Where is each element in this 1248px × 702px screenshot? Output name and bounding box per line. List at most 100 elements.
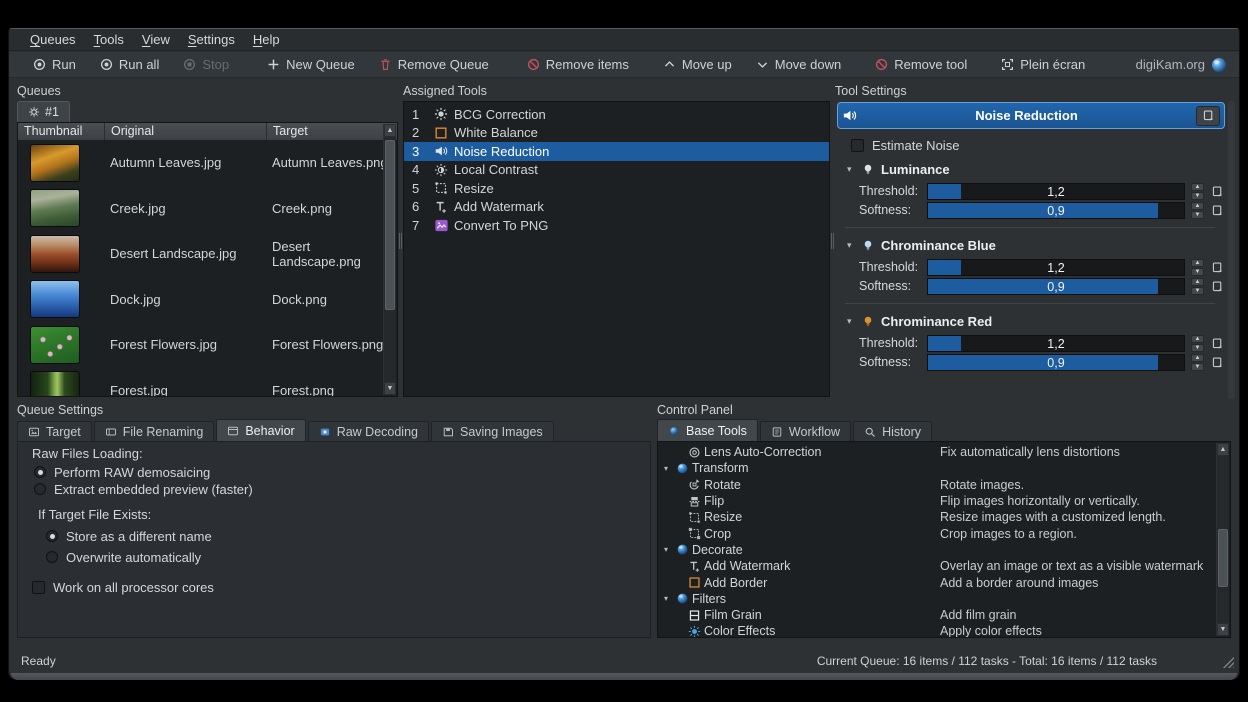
queue-row-dock[interactable]: Dock.jpg Dock.png [18,277,397,323]
menu-settings[interactable]: Settings [179,31,244,48]
assigned-tool-white-balance[interactable]: 2 White Balance [404,124,829,143]
column-target[interactable]: Target [266,123,384,140]
reset-value-button[interactable] [1210,279,1225,294]
expander-arrow-icon[interactable]: ▾ [658,594,672,603]
tree-item-resize[interactable]: Resize Resize images with a customized l… [658,509,1230,525]
threshold-slider[interactable]: 1,2 [927,335,1185,352]
tree-item-add-border[interactable]: Add Border Add a border around images [658,574,1230,590]
fullscreen-button[interactable]: Plein écran [989,52,1097,77]
run-button[interactable]: Run [21,52,88,77]
threshold-slider[interactable]: 1,2 [927,183,1185,200]
threshold-spinbox[interactable]: ▲▼ [1191,259,1204,276]
tab-workflow[interactable]: Workflow [760,421,851,441]
reset-value-button[interactable] [1210,203,1225,218]
collapse-arrow-icon[interactable]: ▾ [847,316,855,327]
scroll-up-arrow[interactable]: ▲ [384,124,396,137]
threshold-spinbox[interactable]: ▲▼ [1191,335,1204,352]
control-panel-scrollbar[interactable]: ▲ ▼ [1216,443,1229,636]
softness-spinbox[interactable]: ▲▼ [1191,278,1204,295]
queue-row-desert-landscape[interactable]: Desert Landscape.jpg Desert Landscape.pn… [18,231,397,277]
reset-value-button[interactable] [1210,355,1225,370]
extract-embedded-preview-radio[interactable]: Extract embedded preview (faster) [34,481,253,497]
menu-queues[interactable]: Queues [21,31,85,48]
queue-table-scrollbar[interactable]: ▲ ▼ [383,124,396,395]
queue-tab-1[interactable]: #1 [17,101,70,122]
scrollbar-thumb[interactable] [1218,529,1228,587]
reset-tool-defaults-button[interactable] [1196,106,1220,126]
assigned-tool-bcg-correction[interactable]: 1 BCG Correction [404,105,829,124]
scrollbar-thumb[interactable] [385,140,395,310]
threshold-spinbox[interactable]: ▲▼ [1191,183,1204,200]
softness-slider[interactable]: 0,9 [927,354,1185,371]
tree-item-crop[interactable]: Crop Crop images to a region. [658,525,1230,541]
tree-item-rotate[interactable]: Rotate Rotate images. [658,477,1230,493]
menu-view[interactable]: View [133,31,179,48]
tree-item-add-watermark[interactable]: Add Watermark Overlay an image or text a… [658,558,1230,574]
luminance-section-header[interactable]: ▾ Luminance [835,157,1225,182]
queue-row-creek[interactable]: Creek.jpg Creek.png [18,186,397,232]
tools-splitter-handle[interactable] [831,233,834,249]
assigned-tool-add-watermark[interactable]: 6 Add Watermark [404,198,829,217]
softness-spinbox[interactable]: ▲▼ [1191,354,1204,371]
remove-queue-button[interactable]: Remove Queue [367,52,501,77]
queue-table-header[interactable]: Thumbnail Original Target [18,123,397,140]
radio-button[interactable] [46,530,58,542]
chrominance-blue-section-header[interactable]: ▾ Chrominance Blue [835,233,1225,258]
tree-item-color-effects[interactable]: Color Effects Apply color effects [658,623,1230,638]
reset-value-button[interactable] [1210,336,1225,351]
menu-tools[interactable]: Tools [85,31,133,48]
tree-item-flip[interactable]: Flip Flip images horizontally or vertica… [658,493,1230,509]
queue-row-autumn-leaves[interactable]: Autumn Leaves.jpg Autumn Leaves.png [18,140,397,186]
radio-button[interactable] [34,466,46,478]
queues-splitter-handle[interactable] [399,233,402,249]
queue-row-forest-flowers[interactable]: Forest Flowers.jpg Forest Flowers.png [18,322,397,368]
expander-arrow-icon[interactable]: ▾ [658,545,672,554]
remove-tool-button[interactable]: Remove tool [863,52,979,77]
tree-group-filters[interactable]: ▾ Filters [658,591,1230,607]
softness-slider[interactable]: 0,9 [927,202,1185,219]
stop-button[interactable]: Stop [171,52,241,77]
radio-button[interactable] [34,483,46,495]
estimate-noise-checkbox[interactable] [851,139,864,152]
assigned-tool-resize[interactable]: 5 Resize [404,179,829,198]
expander-arrow-icon[interactable]: ▾ [658,464,672,473]
scroll-down-arrow[interactable]: ▼ [384,382,396,395]
collapse-arrow-icon[interactable]: ▾ [847,240,855,251]
tab-saving-images[interactable]: Saving Images [431,421,554,441]
softness-slider[interactable]: 0,9 [927,278,1185,295]
tab-history[interactable]: History [853,421,932,441]
tree-group-transform[interactable]: ▾ Transform [658,460,1230,476]
resize-grip[interactable] [1222,656,1234,668]
chrominance-red-section-header[interactable]: ▾ Chrominance Red [835,309,1225,334]
remove-items-button[interactable]: Remove items [515,52,641,77]
estimate-noise-option[interactable]: Estimate Noise [835,134,1225,157]
tab-raw-decoding[interactable]: Raw Decoding [308,421,429,441]
assigned-tool-convert-to-png[interactable]: 7 Convert To PNG [404,216,829,235]
menu-help[interactable]: Help [244,31,289,48]
collapse-arrow-icon[interactable]: ▾ [847,164,855,175]
scroll-down-arrow[interactable]: ▼ [1217,623,1229,636]
tab-target[interactable]: Target [17,421,92,441]
reset-value-button[interactable] [1210,184,1225,199]
tree-group-decorate[interactable]: ▾ Decorate [658,542,1230,558]
radio-button[interactable] [46,551,58,563]
overwrite-automatically-radio[interactable]: Overwrite automatically [46,549,201,565]
assigned-tool-noise-reduction[interactable]: 3 Noise Reduction [404,142,829,161]
reset-value-button[interactable] [1210,260,1225,275]
tool-settings-scrollbar[interactable] [1228,101,1235,399]
scroll-up-arrow[interactable]: ▲ [1217,443,1229,456]
move-up-button[interactable]: Move up [651,52,744,77]
queue-row-forest[interactable]: Forest.jpg Forest.png [18,368,397,398]
work-all-cores-checkbox[interactable] [32,581,45,594]
threshold-slider[interactable]: 1,2 [927,259,1185,276]
perform-raw-demosaicing-radio[interactable]: Perform RAW demosaicing [34,464,210,480]
assigned-tool-local-contrast[interactable]: 4 Local Contrast [404,161,829,180]
run-all-button[interactable]: Run all [88,52,171,77]
column-original[interactable]: Original [104,123,266,140]
tab-base-tools[interactable]: Base Tools [657,419,758,441]
softness-spinbox[interactable]: ▲▼ [1191,202,1204,219]
tab-file-renaming[interactable]: File Renaming [94,421,215,441]
tree-item-film-grain[interactable]: Film Grain Add film grain [658,607,1230,623]
store-different-name-radio[interactable]: Store as a different name [46,528,212,544]
new-queue-button[interactable]: New Queue [255,52,367,77]
